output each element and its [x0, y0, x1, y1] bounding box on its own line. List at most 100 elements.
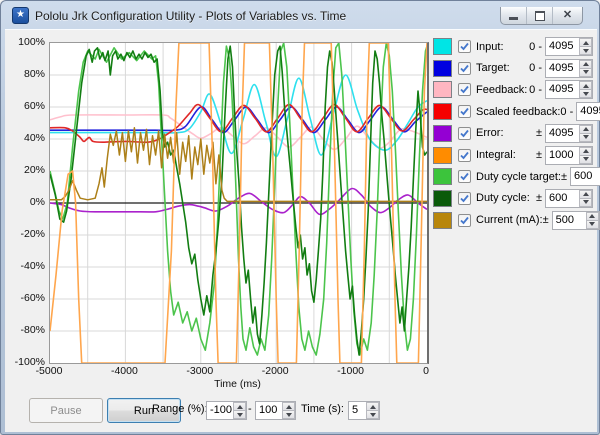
range-min-spin-up-button[interactable]	[233, 402, 246, 410]
range-spin-7[interactable]: 600	[545, 189, 593, 208]
range-spin-1-value[interactable]: 4095	[546, 60, 575, 77]
range-max-spin-up-button[interactable]	[282, 402, 295, 410]
range-prefix: 0 -	[529, 84, 542, 96]
range-spin-5-up-button[interactable]	[579, 147, 592, 155]
range-spin-1-down-button[interactable]	[579, 68, 592, 77]
range-min-spin-down-button[interactable]	[233, 410, 246, 419]
legend-row: Error:±4095	[433, 125, 593, 142]
range-spin-8-down-button[interactable]	[586, 220, 599, 229]
series-checkbox[interactable]	[458, 149, 471, 162]
arrow-down-icon	[370, 413, 376, 417]
checkmark-icon	[460, 85, 469, 94]
range-spin-5-value[interactable]: 1000	[546, 147, 575, 164]
series-checkbox[interactable]	[458, 62, 471, 75]
range-spin-4-down-button[interactable]	[579, 133, 592, 142]
legend-row: Duty cycle target:±600	[433, 168, 593, 185]
range-spin-0[interactable]: 4095	[545, 37, 593, 56]
minimize-button[interactable]	[501, 7, 527, 24]
time-spin[interactable]: 5	[348, 401, 380, 420]
range-spin-1[interactable]: 4095	[545, 59, 593, 78]
range-min-spin-value[interactable]: -100	[207, 402, 233, 419]
plot-area	[49, 42, 429, 364]
range-spin-7-up-button[interactable]	[579, 190, 592, 198]
series-label: Feedback:	[476, 84, 527, 96]
arrow-up-icon	[370, 405, 376, 409]
arrow-up-icon	[583, 62, 589, 66]
range-max-spin-down-button[interactable]	[282, 410, 295, 419]
range-spin-8[interactable]: 500	[552, 211, 600, 230]
range-min-spin[interactable]: -100	[206, 401, 247, 420]
arrow-up-icon	[589, 214, 595, 218]
range-spin-4-arrows	[579, 125, 592, 142]
range-max-spin-value[interactable]: 100	[256, 402, 279, 419]
series-label: Integral:	[476, 149, 516, 161]
range-spin-1-arrows	[579, 60, 592, 77]
pause-button[interactable]: Pause	[29, 398, 103, 423]
range-spin-4-up-button[interactable]	[579, 125, 592, 133]
range-spin-0-down-button[interactable]	[579, 46, 592, 55]
series-color-swatch	[433, 147, 452, 164]
series-label: Duty cycle target:	[476, 171, 561, 183]
range-spin-2-value[interactable]: 4095	[546, 81, 575, 98]
range-spin-0-value[interactable]: 4095	[546, 38, 575, 55]
range-max-slot: 100	[255, 401, 296, 420]
arrow-up-icon	[286, 405, 292, 409]
range-spin-7-down-button[interactable]	[579, 198, 592, 207]
checkmark-icon	[460, 216, 469, 225]
range-spin-1-up-button[interactable]	[579, 60, 592, 68]
range-spin-2[interactable]: 4095	[545, 80, 593, 99]
range-spin-5-down-button[interactable]	[579, 155, 592, 164]
time-spin-up-button[interactable]	[366, 402, 379, 410]
legend-row: Scaled feedback:0 -4095	[433, 103, 593, 120]
x-tick-label: -3000	[170, 365, 230, 377]
checkmark-icon	[460, 151, 469, 160]
time-spin-down-button[interactable]	[366, 410, 379, 419]
range-spin-6[interactable]: 600	[570, 167, 600, 186]
restore-button[interactable]	[527, 7, 553, 24]
time-spin-value[interactable]: 5	[349, 402, 366, 419]
range-spin-0-up-button[interactable]	[579, 38, 592, 46]
series-checkbox[interactable]	[458, 40, 471, 53]
range-spin-5[interactable]: 1000	[545, 146, 593, 165]
range-spin-2-up-button[interactable]	[579, 81, 592, 89]
arrow-down-icon	[237, 413, 243, 417]
screen: ★ Pololu Jrk Configuration Utility - Plo…	[0, 0, 600, 435]
y-tick-label: 40%	[5, 132, 45, 144]
range-spin-8-value[interactable]: 500	[553, 212, 576, 229]
series-checkbox[interactable]	[458, 127, 471, 140]
range-max-spin[interactable]: 100	[255, 401, 296, 420]
range-spin-7-value[interactable]: 600	[546, 190, 569, 207]
range-spin-4[interactable]: 4095	[545, 124, 593, 143]
series-checkbox[interactable]	[458, 83, 471, 96]
series-checkbox[interactable]	[458, 214, 471, 227]
close-button[interactable]: ✕	[553, 7, 582, 24]
range-spin-0-arrows	[579, 38, 592, 55]
series-label: Error:	[476, 127, 504, 139]
restore-icon	[535, 11, 545, 21]
x-tick-label: -4000	[94, 365, 154, 377]
range-spin-3[interactable]: 4095	[576, 102, 600, 121]
arrow-up-icon	[583, 127, 589, 131]
range-min-slot: -100	[206, 401, 247, 420]
range-spin-3-value[interactable]: 4095	[577, 103, 600, 120]
range-spin-2-down-button[interactable]	[579, 89, 592, 98]
range-spin-8-arrows	[586, 212, 599, 229]
x-tick-label: -2000	[245, 365, 305, 377]
series-checkbox[interactable]	[458, 170, 471, 183]
plot-svg	[50, 43, 427, 363]
range-spin-8-up-button[interactable]	[586, 212, 599, 220]
checkmark-icon	[460, 42, 469, 51]
range-spin-2-arrows	[579, 81, 592, 98]
checkmark-icon	[460, 194, 469, 203]
legend-row: Current (mA):±500	[433, 212, 593, 229]
range-spin-6-value[interactable]: 600	[571, 168, 594, 185]
y-tick-label: 60%	[5, 100, 45, 112]
x-tick-label: 0	[396, 365, 456, 377]
title-bar[interactable]: ★ Pololu Jrk Configuration Utility - Plo…	[5, 2, 595, 29]
range-spin-4-value[interactable]: 4095	[546, 125, 575, 142]
range-spin-5-arrows	[579, 147, 592, 164]
series-checkbox[interactable]	[458, 192, 471, 205]
series-color-swatch	[433, 103, 452, 120]
series-checkbox[interactable]	[458, 105, 471, 118]
time-slot: 5	[348, 401, 380, 420]
